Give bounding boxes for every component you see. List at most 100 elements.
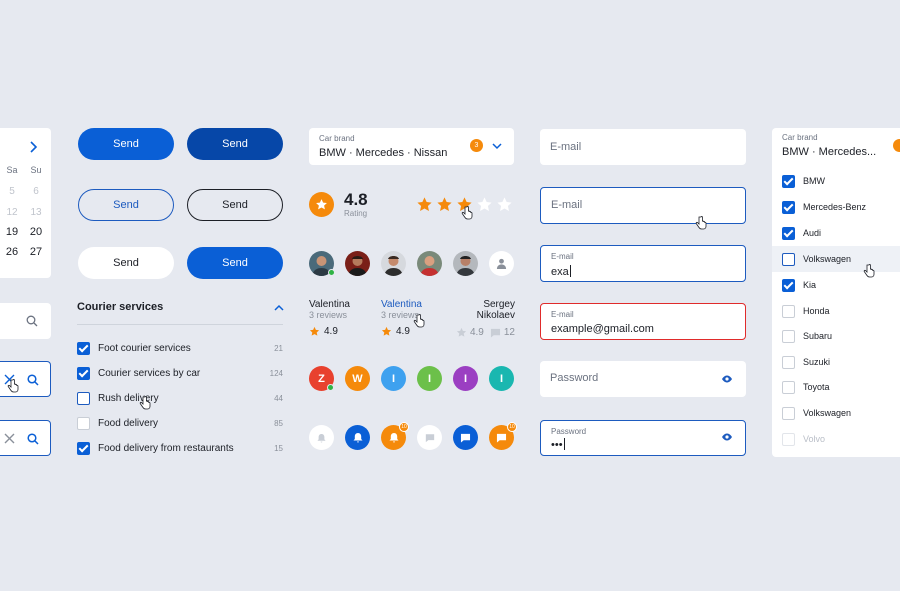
dropdown-option[interactable]: Volkswagen xyxy=(772,400,900,426)
star-icon-empty[interactable] xyxy=(496,196,513,213)
letter-avatar[interactable]: I xyxy=(489,366,514,391)
checkbox-checked[interactable] xyxy=(782,226,795,240)
checkbox-unchecked[interactable] xyxy=(77,391,90,405)
notification-button[interactable]: 10 xyxy=(381,422,409,450)
star-icon-empty[interactable] xyxy=(476,196,493,213)
notification-button[interactable] xyxy=(309,425,334,450)
reviewer-name-link[interactable]: Valentina xyxy=(381,299,422,310)
reviewer-card[interactable]: Valentina 3 reviews 4.9 xyxy=(309,299,350,337)
select-caption: Car brand xyxy=(782,133,818,142)
avatar-placeholder[interactable] xyxy=(489,251,514,276)
avatar[interactable] xyxy=(417,251,442,276)
checkbox-row[interactable]: Foot courier services 21 xyxy=(77,340,283,356)
avatar[interactable] xyxy=(381,251,406,276)
send-button-pressed[interactable]: Send xyxy=(187,128,283,160)
eye-icon[interactable] xyxy=(721,433,733,441)
checkbox-row[interactable]: Courier services by car 124 xyxy=(77,365,283,381)
chevron-right-icon[interactable] xyxy=(28,140,38,154)
select-value: BMW · Mercedes... xyxy=(782,146,877,158)
dropdown-option[interactable]: Mercedes-Benz xyxy=(772,194,900,220)
checkbox-unchecked[interactable] xyxy=(782,304,795,318)
search-field-focused[interactable] xyxy=(0,361,51,397)
checkbox-unchecked[interactable] xyxy=(782,406,795,420)
message-button[interactable]: 10 xyxy=(489,422,517,450)
calendar-day[interactable]: 5 xyxy=(0,186,24,197)
brand-multiselect-dropdown[interactable]: Car brand BMW · Mercedes... BMW Mercedes… xyxy=(772,128,900,457)
search-field-focused[interactable] xyxy=(0,420,51,456)
checkbox-checked[interactable] xyxy=(782,278,795,292)
option-label: Kia xyxy=(803,280,817,290)
dropdown-option-hover[interactable]: Volkswagen xyxy=(772,246,900,272)
checkbox-unchecked[interactable] xyxy=(782,329,795,343)
avatar[interactable] xyxy=(345,251,370,276)
dropdown-option[interactable]: Honda xyxy=(772,298,900,324)
car-brand-select[interactable]: Car brand BMW · Mercedes · Nissan 3 xyxy=(309,128,514,165)
dropdown-option[interactable]: Suzuki xyxy=(772,349,900,375)
search-icon[interactable] xyxy=(27,433,39,445)
star-icon[interactable] xyxy=(436,196,453,213)
calendar-day[interactable]: 26 xyxy=(0,246,24,258)
search-field[interactable] xyxy=(0,303,51,339)
message-button[interactable] xyxy=(453,425,478,450)
option-label: Volvo xyxy=(803,434,826,444)
option-label: Volkswagen xyxy=(803,408,852,418)
email-field-error[interactable]: E-mail example@gmail.com xyxy=(540,303,746,340)
checkbox-row[interactable]: Rush delivery 44 xyxy=(77,390,283,406)
star-icon[interactable] xyxy=(416,196,433,213)
calendar-day[interactable]: 19 xyxy=(0,226,24,238)
selected-count-badge: 3 xyxy=(470,139,483,152)
hand-cursor-icon xyxy=(695,216,707,230)
dropdown-option[interactable]: Subaru xyxy=(772,323,900,349)
chevron-down-icon[interactable] xyxy=(492,143,502,150)
notification-button[interactable] xyxy=(345,425,370,450)
checkbox-checked[interactable] xyxy=(77,341,90,355)
message-button[interactable] xyxy=(417,425,442,450)
dropdown-option[interactable]: BMW xyxy=(772,168,900,194)
reviewer-card[interactable]: Sergey Nikolaev 4.9 12 xyxy=(454,299,515,338)
eye-icon[interactable] xyxy=(721,375,733,383)
dropdown-option[interactable]: Kia xyxy=(772,272,900,298)
calendar-day[interactable]: 12 xyxy=(0,207,24,218)
calendar-day[interactable]: 27 xyxy=(24,246,48,258)
password-caption: Password xyxy=(551,427,587,436)
checkbox-row[interactable]: Food delivery 85 xyxy=(77,415,283,431)
checkbox-row[interactable]: Food delivery from restaurants 15 xyxy=(77,440,283,456)
checkbox-unchecked[interactable] xyxy=(782,252,795,266)
close-icon[interactable] xyxy=(4,433,15,444)
email-caption: E-mail xyxy=(551,310,574,319)
search-icon[interactable] xyxy=(26,315,38,327)
weekday-label: Sa xyxy=(6,165,18,175)
checkbox-unchecked[interactable] xyxy=(782,355,795,369)
password-field-focused[interactable]: Password ••• xyxy=(540,420,746,456)
letter-avatar[interactable]: I xyxy=(381,366,406,391)
checkbox-unchecked[interactable] xyxy=(782,380,795,394)
chevron-up-icon[interactable] xyxy=(274,304,284,311)
search-icon[interactable] xyxy=(27,374,39,386)
option-label: Audi xyxy=(803,228,822,238)
checkbox-checked[interactable] xyxy=(782,174,795,188)
dropdown-option-disabled: Volvo xyxy=(772,426,900,452)
hand-cursor-icon xyxy=(139,396,151,410)
avatar[interactable] xyxy=(453,251,478,276)
send-button[interactable]: Send xyxy=(187,247,283,279)
checkbox-checked[interactable] xyxy=(782,200,795,214)
email-field-typing[interactable]: E-mail exa xyxy=(540,245,746,282)
password-field[interactable]: Password xyxy=(540,361,746,397)
calendar-day[interactable]: 6 xyxy=(24,186,48,197)
send-button-white[interactable]: Send xyxy=(78,247,174,279)
letter-avatar[interactable]: I xyxy=(453,366,478,391)
dropdown-option[interactable]: Audi xyxy=(772,220,900,246)
send-button[interactable]: Send xyxy=(78,128,174,160)
checkbox-checked[interactable] xyxy=(77,366,90,380)
dropdown-option[interactable]: Toyota xyxy=(772,374,900,400)
send-button-outline[interactable]: Send xyxy=(78,189,174,221)
send-button-outline-dark[interactable]: Send xyxy=(187,189,283,221)
email-field[interactable]: E-mail xyxy=(540,129,746,165)
calendar-day[interactable]: 13 xyxy=(24,207,48,218)
letter-avatar[interactable]: I xyxy=(417,366,442,391)
checkbox-unchecked[interactable] xyxy=(77,416,90,430)
email-field-focused[interactable]: E-mail xyxy=(540,187,746,230)
letter-avatar[interactable]: W xyxy=(345,366,370,391)
calendar-day[interactable]: 20 xyxy=(24,226,48,238)
checkbox-checked[interactable] xyxy=(77,441,90,455)
